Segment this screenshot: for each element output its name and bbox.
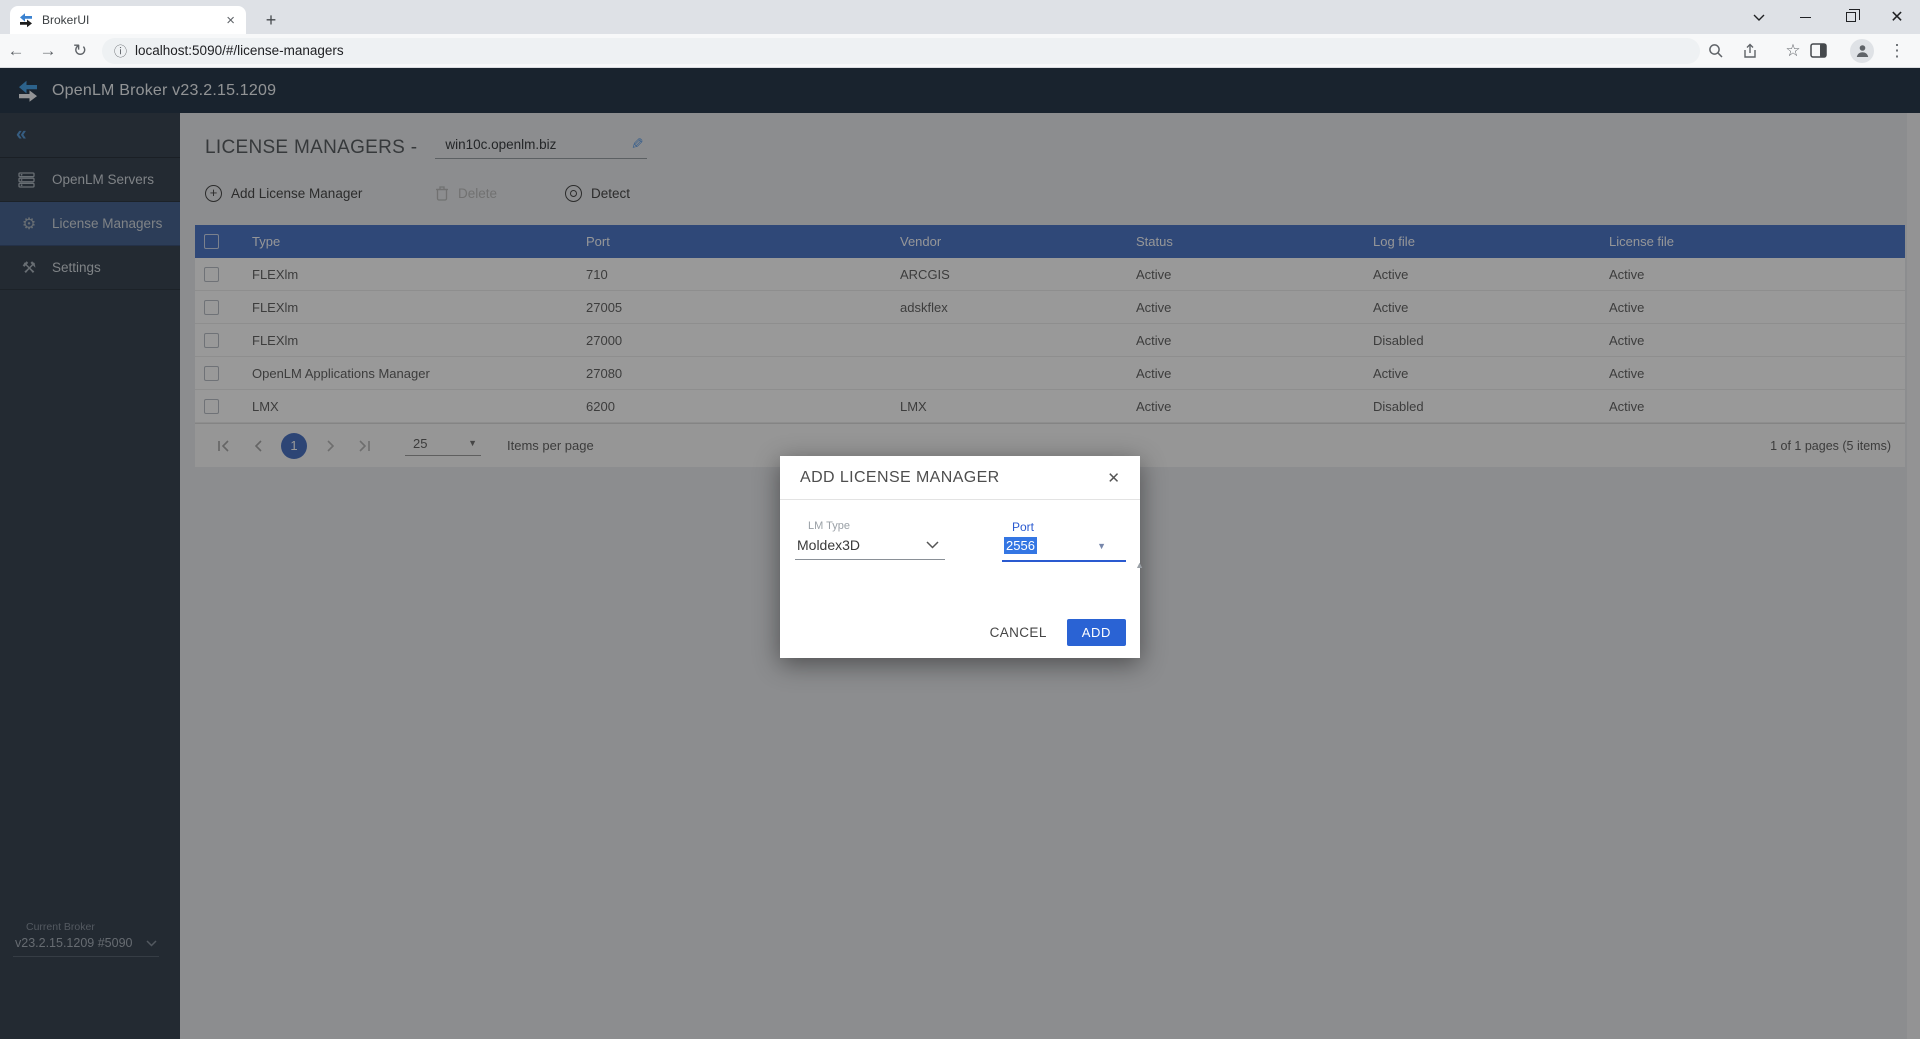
nav-right-icons: ☆ ⋮: [1708, 39, 1914, 63]
reload-icon[interactable]: ↻: [64, 41, 96, 61]
dialog-close-icon[interactable]: ✕: [1103, 467, 1124, 489]
bookmark-star-icon[interactable]: ☆: [1776, 41, 1810, 61]
chevron-down-icon: [926, 541, 939, 549]
forward-icon[interactable]: →: [32, 41, 64, 61]
port-field[interactable]: Port 2556 ▼ ▲: [1002, 520, 1126, 562]
site-info-icon[interactable]: ⓘ: [114, 41, 127, 60]
window-restore-button[interactable]: [1828, 0, 1874, 34]
add-button[interactable]: ADD: [1067, 619, 1126, 646]
browser-tab[interactable]: BrokerUI ×: [10, 6, 246, 34]
url-text[interactable]: localhost:5090/#/license-managers: [135, 43, 344, 58]
window-controls: ✕: [1736, 0, 1920, 34]
zoom-icon[interactable]: [1708, 43, 1742, 59]
browser-nav-bar: ← → ↻ ⓘ localhost:5090/#/license-manager…: [0, 34, 1920, 68]
port-dropdown-arrow-icon[interactable]: ▼: [1097, 541, 1106, 551]
share-icon[interactable]: [1742, 43, 1776, 59]
dialog-body: LM Type Moldex3D Port 2556 ▼ ▲: [780, 500, 1140, 614]
window-close-button[interactable]: ✕: [1874, 0, 1920, 34]
dialog-footer: CANCEL ADD: [980, 619, 1126, 646]
profile-avatar[interactable]: [1850, 39, 1874, 63]
lm-type-value: Moldex3D: [797, 537, 860, 553]
new-tab-button[interactable]: +: [258, 8, 284, 34]
tab-title: BrokerUI: [42, 13, 223, 27]
window-minimize-button[interactable]: [1782, 0, 1828, 34]
side-panel-icon[interactable]: [1810, 43, 1844, 58]
tab-close-icon[interactable]: ×: [223, 12, 238, 29]
dialog-title: ADD LICENSE MANAGER: [800, 469, 1103, 487]
back-icon[interactable]: ←: [0, 41, 32, 61]
cancel-button[interactable]: CANCEL: [980, 619, 1057, 646]
lm-type-select[interactable]: LM Type Moldex3D: [795, 520, 945, 560]
add-license-manager-dialog: ADD LICENSE MANAGER ✕ LM Type Moldex3D P…: [780, 456, 1140, 658]
screen: BrokerUI × + ✕ ← → ↻ ⓘ localhost:5090/#/…: [0, 0, 1920, 1039]
browser-tab-strip: BrokerUI × + ✕: [0, 0, 1920, 34]
port-spinner-up-icon[interactable]: ▲: [1135, 560, 1144, 570]
port-label: Port: [1012, 520, 1126, 534]
port-input-value[interactable]: 2556: [1004, 537, 1037, 554]
browser-menu-icon[interactable]: ⋮: [1880, 41, 1914, 61]
url-bar[interactable]: ⓘ localhost:5090/#/license-managers: [102, 38, 1700, 64]
openlm-favicon-icon: [18, 12, 34, 28]
lm-type-label: LM Type: [808, 520, 945, 534]
window-menu-chevron-icon[interactable]: [1736, 0, 1782, 34]
dialog-header: ADD LICENSE MANAGER ✕: [780, 456, 1140, 500]
